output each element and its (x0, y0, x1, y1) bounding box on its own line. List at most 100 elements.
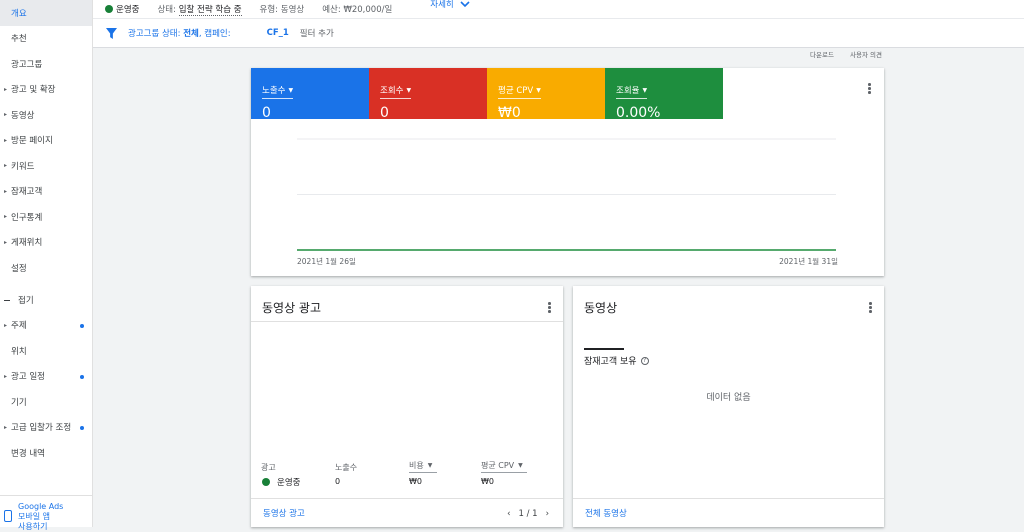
sidebar-item[interactable]: ▸ 동영상 (0, 102, 92, 128)
sidebar-item-label: 주제 (11, 321, 27, 332)
expand-arrow-icon: ▸ (4, 162, 8, 170)
metric-label: 평균 CPV (498, 86, 534, 96)
metric-label: 노출수 (262, 86, 286, 96)
sidebar-item-label: 게재위치 (11, 238, 43, 249)
caret-down-icon: ▼ (427, 462, 433, 469)
sidebar-item[interactable]: ▸ 잠재고객 (0, 179, 92, 205)
sidebar-item-label: 위치 (11, 346, 27, 357)
sidebar-item-label: 광고 일정 (11, 372, 45, 383)
caret-down-icon: ▼ (288, 86, 294, 94)
row-cost: ₩0 (409, 477, 422, 486)
more-options-icon[interactable] (868, 83, 871, 95)
chevron-left-icon[interactable]: ‹ (507, 509, 510, 519)
filter-prefix: 광고그룹 상태: (128, 29, 181, 39)
details-label: 자세히 (430, 0, 454, 10)
type-value: 동영상 (280, 5, 305, 15)
changed-indicator-icon (80, 374, 84, 379)
card-title: 동영상 (584, 301, 618, 315)
metric-tile[interactable]: 평균 CPV ▼ ₩0 (487, 68, 605, 121)
sidebar-item[interactable]: ▸ 주제 (0, 313, 92, 339)
mobile-app-text: Google Ads 모바일 앱 사용하기 (18, 502, 63, 532)
sidebar-item[interactable]: 변경 내역 (0, 440, 92, 466)
metric-value: 0 (380, 105, 389, 121)
filter-bar: 광고그룹 상태: 전체, 캠페인: CF_1 필터 추가 (93, 18, 1024, 48)
tab-underline (584, 348, 624, 350)
x-axis-end-label: 2021년 1월 31일 (779, 257, 838, 266)
mobile-app-line3: 사용하기 (18, 522, 48, 531)
top-links: 다운로드 사용자 의견 (796, 49, 882, 59)
metric-selector[interactable]: 조회율 ▼ (616, 84, 648, 99)
metric-selector[interactable]: 조회수 ▼ (380, 84, 412, 99)
row-cpv: ₩0 (481, 477, 494, 486)
chevron-right-icon[interactable]: › (546, 509, 549, 519)
expand-arrow-icon: ▸ (4, 321, 8, 329)
metric-tile[interactable]: 조회율 ▼ 0.00% (605, 68, 723, 121)
more-options-icon[interactable] (869, 302, 872, 314)
mobile-app-line1: Google Ads (18, 502, 64, 511)
campaign-chip[interactable]: CF_1 (267, 28, 289, 38)
state-field: 상태: 입찰 전략 학습 중 (157, 3, 242, 16)
sidebar-item-label: 고급 입찰가 조정 (11, 423, 72, 434)
status-dot-icon (262, 478, 270, 486)
column-header-cost[interactable]: 비용 ▼ (409, 460, 437, 473)
x-axis-start-label: 2021년 1월 26일 (297, 257, 356, 266)
performance-chart (297, 138, 836, 251)
row-status: 운영중 (262, 476, 300, 488)
changed-indicator-icon (80, 425, 84, 430)
expand-arrow-icon: ▸ (4, 111, 8, 119)
details-toggle[interactable]: 자세히 (430, 0, 470, 10)
sidebar-item[interactable]: ▸ 광고 일정 (0, 364, 92, 390)
collapse-label: 접기 (18, 296, 34, 306)
column-header-cpv[interactable]: 평균 CPV ▼ (481, 460, 527, 473)
help-icon[interactable]: ? (640, 356, 649, 365)
sidebar-item[interactable]: 설정 (0, 255, 92, 281)
sidebar-item[interactable]: ▸ 인구통계 (0, 204, 92, 230)
sidebar-item[interactable]: 광고그룹 (0, 51, 92, 77)
metric-tile[interactable]: 노출수 ▼ 0 (251, 68, 369, 121)
state-value[interactable]: 입찰 전략 학습 중 (178, 3, 242, 16)
sidebar-item-label: 잠재고객 (11, 187, 43, 198)
pagination: ‹ 1 / 1 › (503, 499, 553, 528)
card-footer: 전체 동영상 (573, 498, 884, 527)
all-videos-link[interactable]: 전체 동영상 (585, 507, 627, 519)
row-impressions: 0 (335, 477, 341, 486)
add-filter-button[interactable]: 필터 추가 (300, 27, 334, 39)
sidebar-item[interactable]: ▸ 게재위치 (0, 230, 92, 256)
more-options-icon[interactable] (548, 302, 551, 314)
collapse-toggle[interactable]: 접기 (0, 288, 92, 313)
filter-icon[interactable] (106, 27, 117, 39)
sidebar-item[interactable]: ▸ 방문 페이지 (0, 128, 92, 154)
metric-selector[interactable]: 노출수 ▼ (262, 84, 294, 99)
filter-suffix: , 캠페인: (198, 29, 231, 39)
metric-selector[interactable]: 평균 CPV ▼ (498, 84, 541, 99)
sidebar-item[interactable]: 위치 (0, 338, 92, 364)
sidebar-item[interactable]: 개요 (0, 0, 92, 26)
sidebar-item-label: 광고 및 확장 (11, 85, 56, 96)
audience-retention-label: 잠재고객 보유 (584, 357, 637, 367)
mobile-app-promo[interactable]: Google Ads 모바일 앱 사용하기 (0, 495, 93, 531)
expand-arrow-icon: ▸ (4, 423, 8, 431)
sidebar-item[interactable]: 기기 (0, 389, 92, 415)
sidebar-item-label: 방문 페이지 (11, 136, 53, 147)
feedback-link[interactable]: 사용자 의견 (850, 51, 882, 59)
filter-summary[interactable]: 광고그룹 상태: 전체, 캠페인: (128, 27, 231, 39)
sidebar-item[interactable]: ▸ 키워드 (0, 153, 92, 179)
minus-icon (4, 299, 10, 301)
filter-bold: 전체 (183, 29, 199, 39)
nav-list: 개요 추천 광고그룹 ▸ 광고 및 확장 ▸ 동영상 ▸ 방문 페이지 ▸ 키워드 ▸ 잠재고객 ▸ 인구통… (0, 0, 92, 466)
sidebar-item[interactable]: 추천 (0, 26, 92, 52)
video-card: 동영상 잠재고객 보유 ? 데이터 없음 전체 동영상 (573, 286, 884, 527)
sidebar-item[interactable]: ▸ 광고 및 확장 (0, 77, 92, 103)
metric-tile[interactable]: 조회수 ▼ 0 (369, 68, 487, 121)
caret-down-icon: ▼ (642, 86, 648, 94)
budget-field: 예산: ₩20,000/일 (322, 3, 392, 15)
changed-indicator-icon (80, 323, 84, 328)
row-status-text: 운영중 (277, 478, 301, 488)
sidebar-item-label: 추천 (11, 34, 27, 45)
sidebar-item[interactable]: ▸ 고급 입찰가 조정 (0, 415, 92, 441)
download-link[interactable]: 다운로드 (810, 51, 834, 59)
view-video-ads-link[interactable]: 동영상 광고 (263, 507, 305, 519)
metric-label: 조회수 (380, 86, 404, 96)
status-indicator: 운영중 (105, 3, 139, 15)
